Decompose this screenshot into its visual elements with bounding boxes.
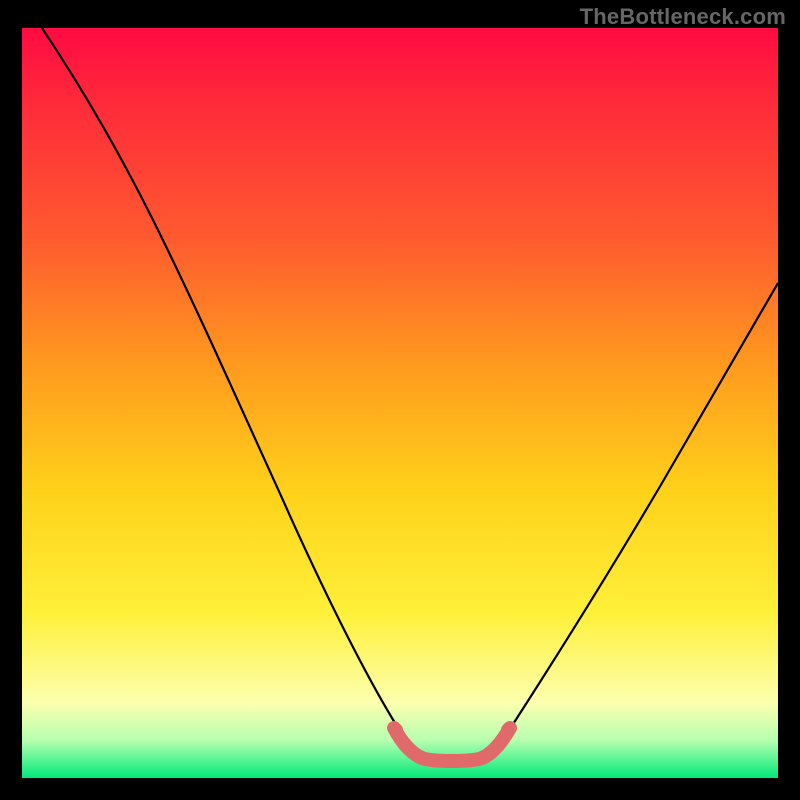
plot-area [22, 28, 778, 778]
highlight-segment [394, 728, 510, 761]
highlight-end-right [501, 723, 515, 737]
chart-overlay [22, 28, 778, 778]
bottleneck-curve [42, 28, 778, 759]
highlight-end-left [389, 723, 403, 737]
chart-frame: TheBottleneck.com [0, 0, 800, 800]
watermark-text: TheBottleneck.com [580, 4, 786, 30]
